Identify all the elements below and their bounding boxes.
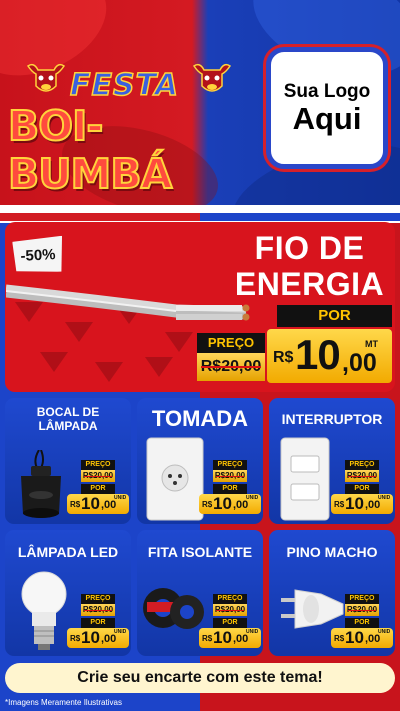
- led-bulb-image: [21, 571, 67, 650]
- discount-badge: -50%: [12, 236, 64, 275]
- currency-symbol: R$: [202, 500, 213, 509]
- price-unit: UNID: [378, 629, 391, 635]
- new-price-box: R$ 10 ,00 UNID: [199, 628, 261, 648]
- insulating-tape-image: [143, 588, 204, 629]
- currency-symbol: R$: [334, 500, 345, 509]
- strikethrough-line: [216, 610, 244, 611]
- preco-label: PREÇO: [197, 333, 265, 353]
- price-unit: UNID: [246, 495, 259, 501]
- product-title: TOMADA: [151, 406, 249, 431]
- preco-label: PREÇO: [81, 460, 115, 470]
- disclaimer-text: *Imagens Meramente Ilustrativas: [5, 698, 122, 707]
- price-integer: 10: [213, 494, 232, 513]
- pennant-decoration: [95, 362, 123, 382]
- price-cents: ,00: [342, 349, 377, 377]
- price-integer: 10: [295, 331, 341, 378]
- header-banner: FESTA BOI-BUMBÁ Sua Logo Aqui: [0, 0, 400, 205]
- product-title: INTERRUPTOR: [281, 411, 383, 427]
- lamp-socket-image: [21, 450, 61, 518]
- bull-head-icon: [26, 63, 66, 92]
- price-unit: MT: [365, 339, 378, 349]
- divider-stripe: [0, 213, 400, 221]
- hero-price-tag: POR PREÇO R$20,00 R$ 10 ,00 MT: [197, 305, 392, 383]
- currency-symbol: R$: [70, 500, 81, 509]
- product-price-tag: PREÇO R$20,00 POR R$ 10 ,00 UNID: [199, 460, 261, 514]
- currency-symbol: R$: [273, 349, 294, 366]
- new-price-box: R$ 10 ,00 UNID: [331, 628, 393, 648]
- product-price-tag: PREÇO R$20,00 POR R$ 10 ,00 UNID: [331, 594, 393, 648]
- por-label: POR: [345, 618, 379, 628]
- preco-label: PREÇO: [81, 594, 115, 604]
- por-label: POR: [81, 484, 115, 494]
- strikethrough-line: [348, 610, 376, 611]
- new-price-box: R$ 10 ,00 UNID: [331, 494, 393, 514]
- festival-logo: FESTA BOI-BUMBÁ: [7, 60, 253, 199]
- festival-subtitle: FESTA: [69, 67, 179, 104]
- new-price-box: R$ 10 ,00 UNID: [199, 494, 261, 514]
- new-price-box: R$ 10 ,00 UNID: [67, 628, 129, 648]
- product-title: LÂMPADA LED: [17, 544, 119, 560]
- strikethrough-line: [201, 366, 261, 368]
- new-price-box: R$ 10 ,00 MT: [267, 329, 392, 383]
- price-integer: 10: [81, 494, 100, 513]
- product-title: BOCAL DE LÂMPADA: [36, 405, 100, 434]
- price-unit: UNID: [246, 629, 259, 635]
- strikethrough-line: [84, 476, 112, 477]
- product-price-tag: PREÇO R$20,00 POR R$ 10 ,00 UNID: [67, 460, 129, 514]
- product-title: FITA ISOLANTE: [147, 544, 253, 560]
- currency-symbol: R$: [202, 634, 213, 643]
- price-unit: UNID: [378, 495, 391, 501]
- price-integer: 10: [213, 628, 232, 647]
- preco-label: PREÇO: [213, 594, 247, 604]
- product-price-tag: PREÇO R$20,00 POR R$ 10 ,00 UNID: [199, 594, 261, 648]
- por-label: POR: [277, 305, 392, 327]
- preco-label: PREÇO: [345, 594, 379, 604]
- new-price-box: R$ 10 ,00 UNID: [67, 494, 129, 514]
- pennant-decoration: [145, 357, 173, 377]
- cta-banner[interactable]: Crie seu encarte com este tema!: [5, 663, 395, 693]
- product-price-tag: PREÇO R$20,00 POR R$ 10 ,00 UNID: [331, 460, 393, 514]
- product-title: PINO MACHO: [286, 544, 378, 560]
- brand-logo-placeholder: Sua Logo Aqui: [266, 47, 388, 169]
- price-integer: 10: [345, 494, 364, 513]
- brand-logo-line2: Aqui: [292, 100, 362, 136]
- por-label: POR: [345, 484, 379, 494]
- festival-title: BOI-BUMBÁ: [7, 101, 173, 199]
- price-unit: UNID: [114, 495, 127, 501]
- strikethrough-line: [348, 476, 376, 477]
- por-label: POR: [213, 484, 247, 494]
- price-integer: 10: [345, 628, 364, 647]
- strikethrough-line: [216, 476, 244, 477]
- por-label: POR: [213, 618, 247, 628]
- bull-head-icon: [192, 63, 232, 92]
- product-price-tag: PREÇO R$20,00 POR R$ 10 ,00 UNID: [67, 594, 129, 648]
- currency-symbol: R$: [70, 634, 81, 643]
- hero-title-line1: FIO DE: [254, 230, 365, 266]
- preco-label: PREÇO: [345, 460, 379, 470]
- price-integer: 10: [81, 628, 100, 647]
- por-label: POR: [81, 618, 115, 628]
- pennant-decoration: [40, 352, 68, 372]
- strikethrough-line: [84, 610, 112, 611]
- brand-logo-line1: Sua Logo: [283, 80, 371, 102]
- currency-symbol: R$: [334, 634, 345, 643]
- wall-outlet-image: [146, 437, 204, 521]
- preco-label: PREÇO: [213, 460, 247, 470]
- price-unit: UNID: [114, 629, 127, 635]
- light-switch-image: [280, 437, 330, 521]
